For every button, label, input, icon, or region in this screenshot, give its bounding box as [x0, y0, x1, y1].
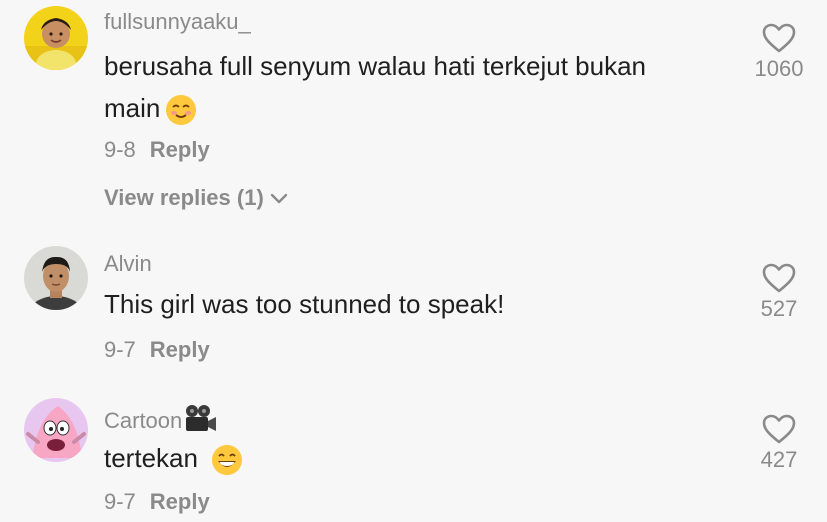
comment-username[interactable]: Alvin	[104, 253, 152, 275]
like-control: 527	[744, 262, 814, 320]
comment-meta: 9-7 Reply	[104, 491, 210, 513]
reply-button[interactable]: Reply	[150, 337, 210, 362]
comment-username[interactable]: Cartoon	[104, 404, 217, 434]
heart-icon[interactable]	[761, 413, 797, 445]
comment-text: main	[104, 88, 198, 130]
comment-text-line: berusaha full senyum walau hati terkejut…	[104, 51, 646, 81]
movie-camera-icon	[186, 405, 217, 431]
like-control: 427	[744, 413, 814, 471]
heart-icon[interactable]	[761, 22, 797, 54]
like-count: 527	[760, 296, 798, 321]
comment-meta: 9-7 Reply	[104, 339, 210, 361]
avatar[interactable]	[24, 398, 88, 462]
smiling-face-icon	[164, 93, 198, 127]
chevron-down-icon	[270, 193, 287, 204]
comment-date: 9-7	[104, 489, 136, 514]
comment-text-line: tertekan	[104, 443, 198, 473]
comment-text-line: This girl was too stunned to speak!	[104, 289, 505, 319]
comment-text: tertekan	[104, 438, 244, 480]
avatar[interactable]	[24, 6, 88, 70]
comment-text-line: main	[104, 93, 161, 123]
comment-meta: 9-8 Reply	[104, 139, 210, 161]
comment-date: 9-7	[104, 337, 136, 362]
reply-button[interactable]: Reply	[150, 489, 210, 514]
view-replies-label: View replies (1)	[104, 185, 264, 210]
like-count: 427	[760, 447, 798, 472]
reply-button[interactable]: Reply	[150, 137, 210, 162]
comment-date: 9-8	[104, 137, 136, 162]
like-count: 1060	[754, 56, 804, 81]
grinning-face-icon	[210, 443, 244, 477]
comment-text: This girl was too stunned to speak!	[104, 284, 504, 326]
avatar[interactable]	[24, 246, 88, 310]
like-control: 1060	[744, 22, 814, 80]
comments-list: fullsunnyaaku_ berusaha full senyum wala…	[0, 0, 827, 522]
comment-username[interactable]: fullsunnyaaku_	[104, 11, 251, 33]
username-text: Cartoon	[104, 408, 183, 433]
heart-icon[interactable]	[761, 262, 797, 294]
view-replies-button[interactable]: View replies (1)	[104, 187, 288, 209]
comment-text: berusaha full senyum walau hati terkejut…	[104, 46, 646, 88]
